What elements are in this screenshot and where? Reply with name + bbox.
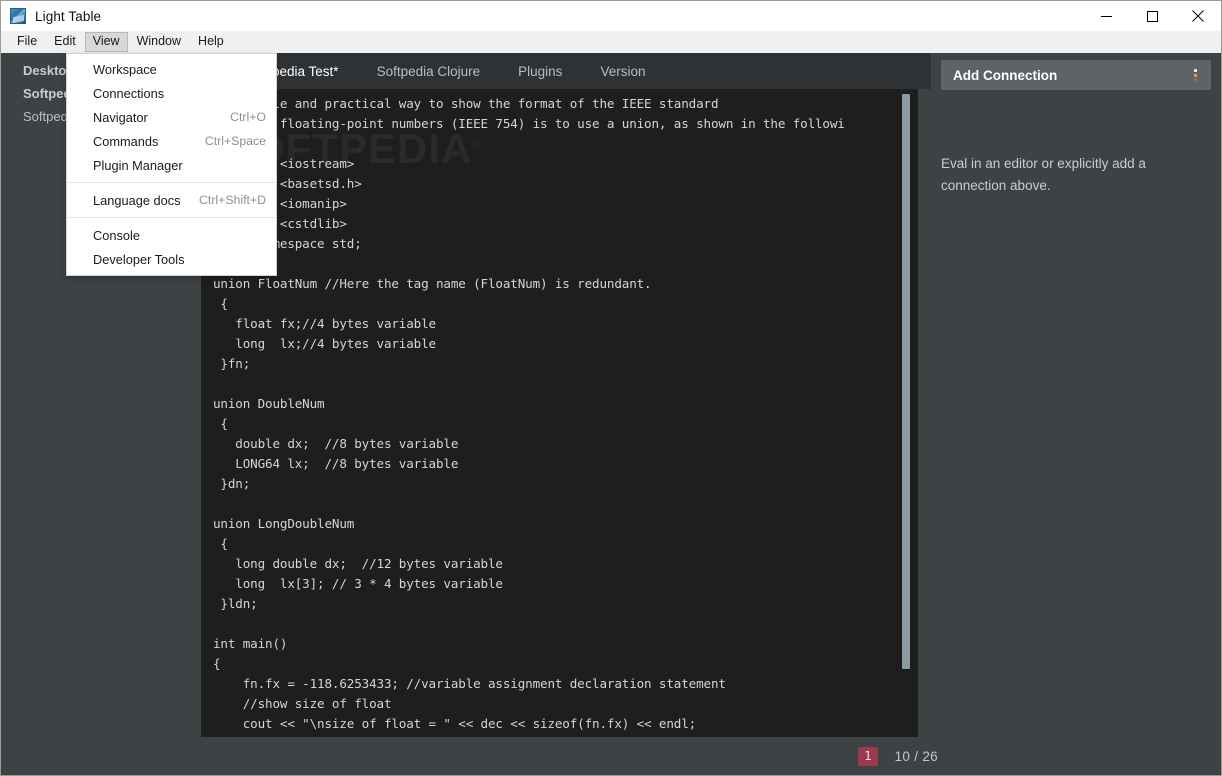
menu-item-shortcut: Ctrl+O — [230, 110, 266, 124]
maximize-icon — [1146, 10, 1158, 22]
tab-plugins[interactable]: Plugins — [499, 53, 581, 89]
editor-area: Softpedia Test* Softpedia Clojure Plugin… — [195, 53, 931, 775]
code-editor[interactable]: SOFTPEDIA® //A simple and practical way … — [201, 89, 918, 775]
status-bar: 1 10 / 26 — [1, 737, 1221, 775]
menu-item-navigator[interactable]: Navigator Ctrl+O — [67, 105, 276, 129]
tab-version[interactable]: Version — [581, 53, 664, 89]
menu-item-developer-tools[interactable]: Developer Tools — [67, 247, 276, 271]
maximize-button[interactable] — [1129, 1, 1175, 31]
menu-item-console[interactable]: Console — [67, 223, 276, 247]
menu-item-label: Commands — [93, 133, 159, 149]
menu-item-workspace[interactable]: Workspace — [67, 57, 276, 81]
menu-item-label: Workspace — [93, 61, 157, 77]
close-icon — [1192, 10, 1204, 22]
window-title: Light Table — [35, 8, 102, 24]
code-text[interactable]: //A simple and practical way to show the… — [213, 94, 845, 775]
close-button[interactable] — [1175, 1, 1221, 31]
add-connection-header[interactable]: Add Connection — [941, 60, 1211, 90]
menu-item-label: Console — [93, 227, 140, 243]
menu-help[interactable]: Help — [190, 32, 232, 52]
menu-separator — [67, 217, 276, 218]
menu-item-shortcut: Ctrl+Space — [204, 134, 266, 148]
menu-item-label: Navigator — [93, 109, 148, 125]
tab-bar-empty-space — [664, 53, 931, 89]
menu-item-shortcut: Ctrl+Shift+D — [199, 193, 266, 207]
menu-file[interactable]: File — [9, 32, 45, 52]
menu-edit[interactable]: Edit — [46, 32, 84, 52]
panel-title: Add Connection — [953, 67, 1058, 83]
tab-bar: Softpedia Test* Softpedia Clojure Plugin… — [195, 53, 931, 89]
menu-item-label: Plugin Manager — [93, 157, 183, 173]
menu-item-connections[interactable]: Connections — [67, 81, 276, 105]
more-options-icon[interactable] — [1189, 68, 1201, 82]
connections-panel: Add Connection Eval in an editor or expl… — [931, 53, 1221, 775]
minimize-button[interactable] — [1083, 1, 1129, 31]
panel-empty-message: Eval in an editor or explicitly add a co… — [941, 156, 1146, 193]
menu-window[interactable]: Window — [129, 32, 189, 52]
tab-softpedia-clojure[interactable]: Softpedia Clojure — [358, 53, 500, 89]
app-logo-icon — [10, 8, 26, 24]
menu-item-commands[interactable]: Commands Ctrl+Space — [67, 129, 276, 153]
minimize-icon — [1100, 15, 1112, 17]
menu-separator — [67, 182, 276, 183]
menu-view[interactable]: View — [84, 32, 128, 52]
menu-item-label: Language docs — [93, 192, 181, 208]
view-dropdown-menu[interactable]: Workspace Connections Navigator Ctrl+O C… — [66, 53, 277, 276]
cursor-position: 10 / 26 — [894, 748, 938, 764]
menu-item-label: Developer Tools — [93, 251, 185, 267]
light-table-window: Light Table File Edit View Window Help D… — [0, 0, 1222, 776]
menu-item-plugin-manager[interactable]: Plugin Manager — [67, 153, 276, 177]
title-bar: Light Table — [1, 1, 1221, 31]
editor-vertical-scrollbar[interactable] — [902, 94, 910, 669]
window-controls — [1083, 1, 1221, 31]
status-badge[interactable]: 1 — [858, 746, 878, 766]
menu-item-language-docs[interactable]: Language docs Ctrl+Shift+D — [67, 188, 276, 212]
menu-item-label: Connections — [93, 85, 165, 101]
menu-bar: File Edit View Window Help — [1, 31, 1221, 53]
